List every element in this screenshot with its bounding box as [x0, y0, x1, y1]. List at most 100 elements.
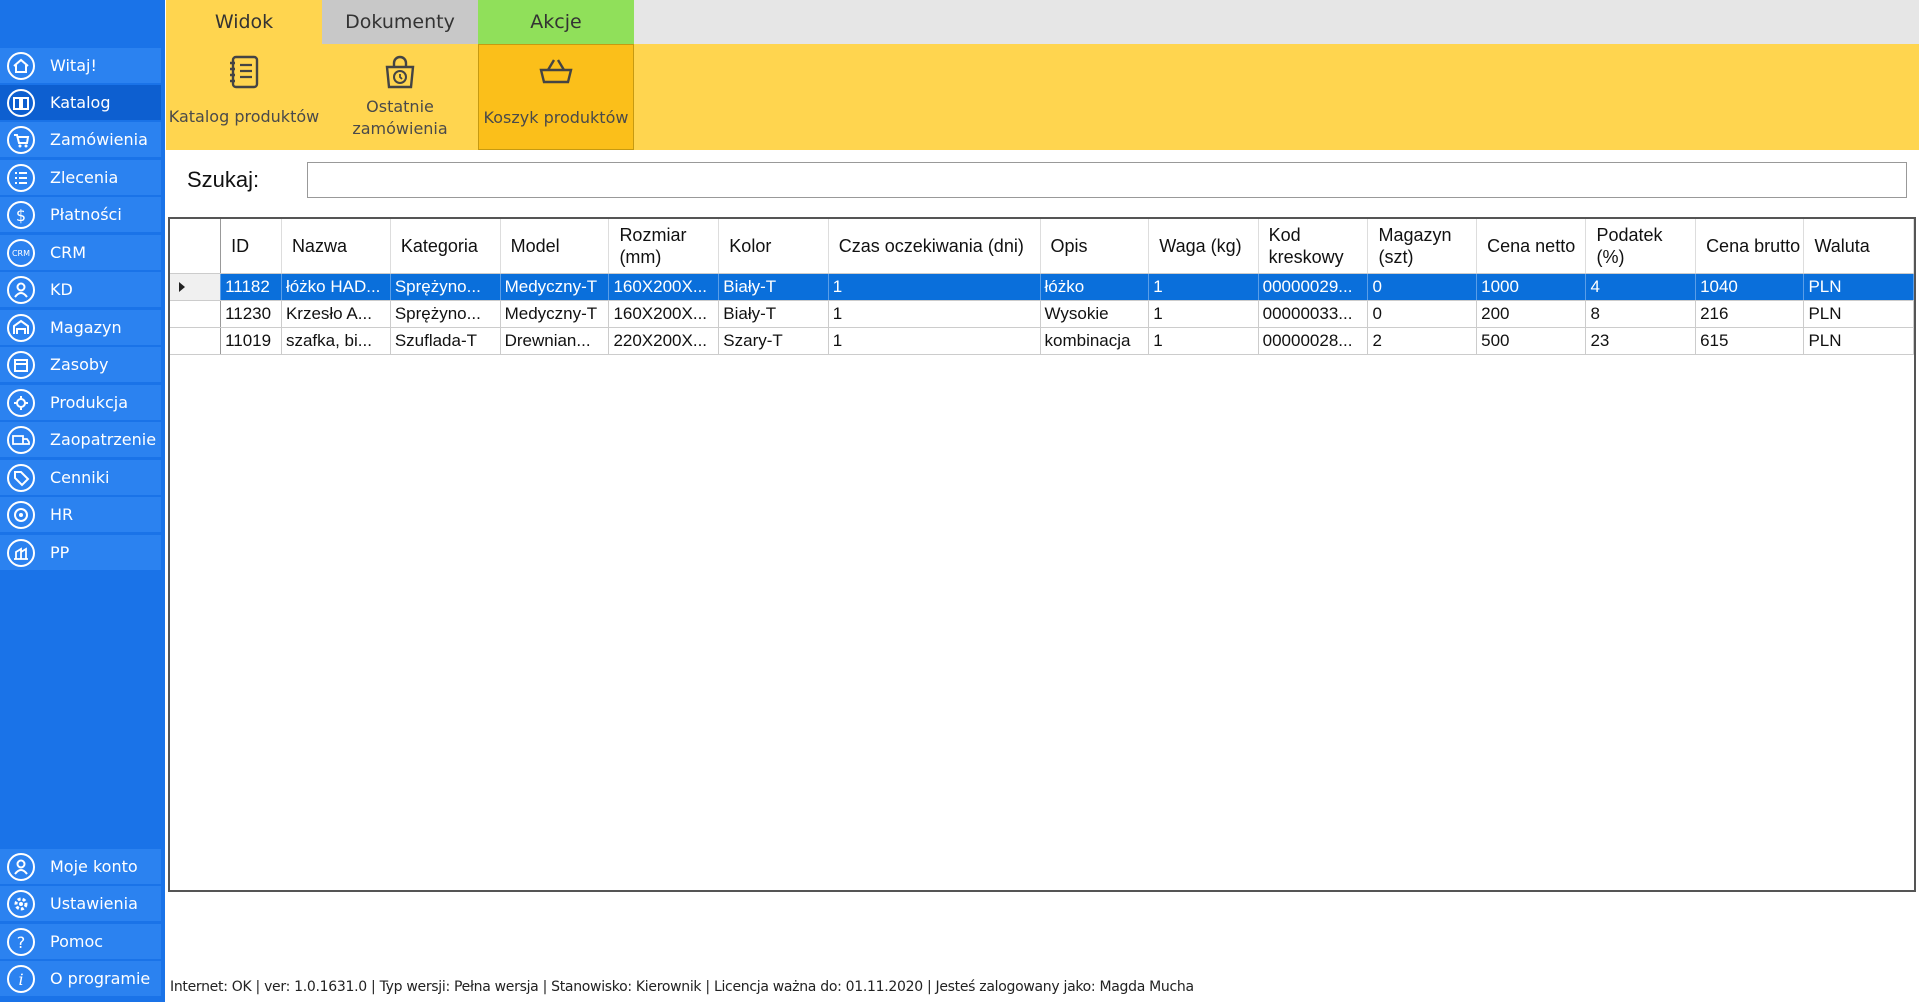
table-cell[interactable]: 4: [1585, 273, 1697, 301]
table-row[interactable]: 11019 szafka, bi... Szuflada-T Drewnian.…: [170, 327, 1914, 355]
column-header[interactable]: Podatek (%): [1585, 219, 1697, 274]
table-cell[interactable]: Medyczny-T: [500, 273, 610, 301]
search-input[interactable]: [307, 162, 1907, 198]
column-header[interactable]: Cena brutto: [1695, 219, 1805, 274]
table-cell[interactable]: 11182: [220, 273, 282, 301]
table-cell[interactable]: Krzesło A...: [281, 300, 391, 328]
table-row[interactable]: 11182 łóżko HAD... Sprężyno... Medyczny-…: [170, 273, 1914, 301]
sidebar-item-hr[interactable]: HR: [0, 497, 161, 532]
sidebar-item-pp[interactable]: PP: [0, 535, 161, 570]
table-cell[interactable]: Medyczny-T: [500, 300, 610, 328]
table-cell[interactable]: łóżko: [1040, 273, 1150, 301]
recent-orders-button[interactable]: Ostatnie zamówienia: [322, 44, 478, 150]
table-cell[interactable]: Wysokie: [1040, 300, 1150, 328]
ribbon-tab-bar: Widok Dokumenty Akcje: [166, 0, 1919, 44]
sidebar-item-zaopatrzenie[interactable]: Zaopatrzenie: [0, 422, 161, 457]
sidebar-item-produkcja[interactable]: Produkcja: [0, 385, 161, 420]
row-header-corner: [170, 219, 222, 274]
tab-widok[interactable]: Widok: [166, 0, 322, 44]
sidebar-item-label: Produkcja: [50, 393, 128, 412]
table-cell[interactable]: 1: [828, 273, 1041, 301]
table-cell[interactable]: 1: [1148, 273, 1259, 301]
table-cell[interactable]: 00000033...: [1258, 300, 1369, 328]
product-basket-button[interactable]: Koszyk produktów: [478, 44, 634, 150]
sidebar-item-magazyn[interactable]: Magazyn: [0, 310, 161, 345]
sidebar-item-label: Pomoc: [50, 932, 104, 951]
table-cell[interactable]: Szary-T: [718, 327, 829, 355]
table-cell[interactable]: 200: [1476, 300, 1587, 328]
table-cell[interactable]: Sprężyno...: [390, 273, 501, 301]
tab-akcje[interactable]: Akcje: [478, 0, 634, 44]
sidebar-item-zlecenia[interactable]: Zlecenia: [0, 160, 161, 195]
table-cell[interactable]: szafka, bi...: [281, 327, 391, 355]
row-selector[interactable]: [170, 300, 222, 328]
table-cell[interactable]: łóżko HAD...: [281, 273, 391, 301]
column-header[interactable]: ID: [220, 219, 282, 274]
sidebar-item-witaj[interactable]: Witaj!: [0, 48, 161, 83]
sidebar-item-crm[interactable]: CRM CRM: [0, 235, 161, 270]
table-cell[interactable]: 2: [1367, 327, 1478, 355]
column-header[interactable]: Nazwa: [281, 219, 391, 274]
table-cell[interactable]: 500: [1476, 327, 1587, 355]
column-header[interactable]: Kod kreskowy: [1258, 219, 1369, 274]
table-cell[interactable]: 615: [1695, 327, 1805, 355]
column-header[interactable]: Czas oczekiwania (dni): [828, 219, 1041, 274]
table-cell[interactable]: PLN: [1803, 273, 1914, 301]
sidebar-item-zamowienia[interactable]: Zamówienia: [0, 122, 161, 157]
sidebar-item-moje-konto[interactable]: Moje konto: [0, 849, 161, 884]
table-cell[interactable]: Sprężyno...: [390, 300, 501, 328]
table-cell[interactable]: 1: [828, 300, 1041, 328]
sidebar-item-ustawienia[interactable]: Ustawienia: [0, 886, 161, 921]
table-cell[interactable]: 216: [1695, 300, 1805, 328]
row-selector[interactable]: [170, 273, 222, 301]
table-cell[interactable]: 1: [1148, 327, 1259, 355]
sidebar-item-platnosci[interactable]: $ Płatności: [0, 197, 161, 232]
row-selector[interactable]: [170, 327, 222, 355]
table-cell[interactable]: 1: [828, 327, 1041, 355]
table-cell[interactable]: 00000029...: [1258, 273, 1369, 301]
sidebar-item-label: HR: [50, 505, 74, 524]
table-cell[interactable]: PLN: [1803, 300, 1914, 328]
sidebar-item-zasoby[interactable]: Zasoby: [0, 347, 161, 382]
sidebar-item-kd[interactable]: KD: [0, 272, 161, 307]
table-cell[interactable]: 160X200X...: [608, 273, 720, 301]
column-header[interactable]: Model: [500, 219, 610, 274]
column-header[interactable]: Magazyn (szt): [1367, 219, 1478, 274]
table-cell[interactable]: 00000028...: [1258, 327, 1369, 355]
column-header[interactable]: Opis: [1040, 219, 1150, 274]
table-cell[interactable]: 8: [1585, 300, 1697, 328]
production-icon: [4, 386, 38, 420]
table-cell[interactable]: 220X200X...: [608, 327, 720, 355]
table-cell[interactable]: 0: [1367, 300, 1478, 328]
table-cell[interactable]: 1000: [1476, 273, 1587, 301]
catalog-products-button[interactable]: Katalog produktów: [166, 44, 322, 150]
table-cell[interactable]: 160X200X...: [608, 300, 720, 328]
table-cell[interactable]: Biały-T: [718, 273, 829, 301]
sidebar-item-pomoc[interactable]: ? Pomoc: [0, 924, 161, 959]
ribbon-button-label: Koszyk produktów: [483, 108, 629, 127]
sidebar-item-cenniki[interactable]: Cenniki: [0, 460, 161, 495]
table-cell[interactable]: 1040: [1695, 273, 1805, 301]
table-cell[interactable]: Szuflada-T: [390, 327, 501, 355]
column-header[interactable]: Kategoria: [390, 219, 501, 274]
table-cell[interactable]: 23: [1585, 327, 1697, 355]
table-cell[interactable]: Drewnian...: [500, 327, 610, 355]
sidebar-item-katalog[interactable]: Katalog: [0, 85, 161, 120]
table-cell[interactable]: 0: [1367, 273, 1478, 301]
table-cell[interactable]: Biały-T: [718, 300, 829, 328]
table-cell[interactable]: 11019: [220, 327, 282, 355]
help-icon: ?: [4, 925, 38, 959]
list-icon: [4, 161, 38, 195]
tab-dokumenty[interactable]: Dokumenty: [322, 0, 478, 44]
column-header[interactable]: Waluta: [1803, 219, 1914, 274]
column-header[interactable]: Cena netto: [1476, 219, 1587, 274]
sidebar-item-o-programie[interactable]: i O programie: [0, 961, 161, 996]
table-cell[interactable]: 1: [1148, 300, 1259, 328]
column-header[interactable]: Waga (kg): [1148, 219, 1259, 274]
column-header[interactable]: Rozmiar (mm): [608, 219, 720, 274]
table-row[interactable]: 11230 Krzesło A... Sprężyno... Medyczny-…: [170, 300, 1914, 328]
table-cell[interactable]: PLN: [1803, 327, 1914, 355]
table-cell[interactable]: 11230: [220, 300, 282, 328]
table-cell[interactable]: kombinacja: [1040, 327, 1150, 355]
column-header[interactable]: Kolor: [718, 219, 829, 274]
